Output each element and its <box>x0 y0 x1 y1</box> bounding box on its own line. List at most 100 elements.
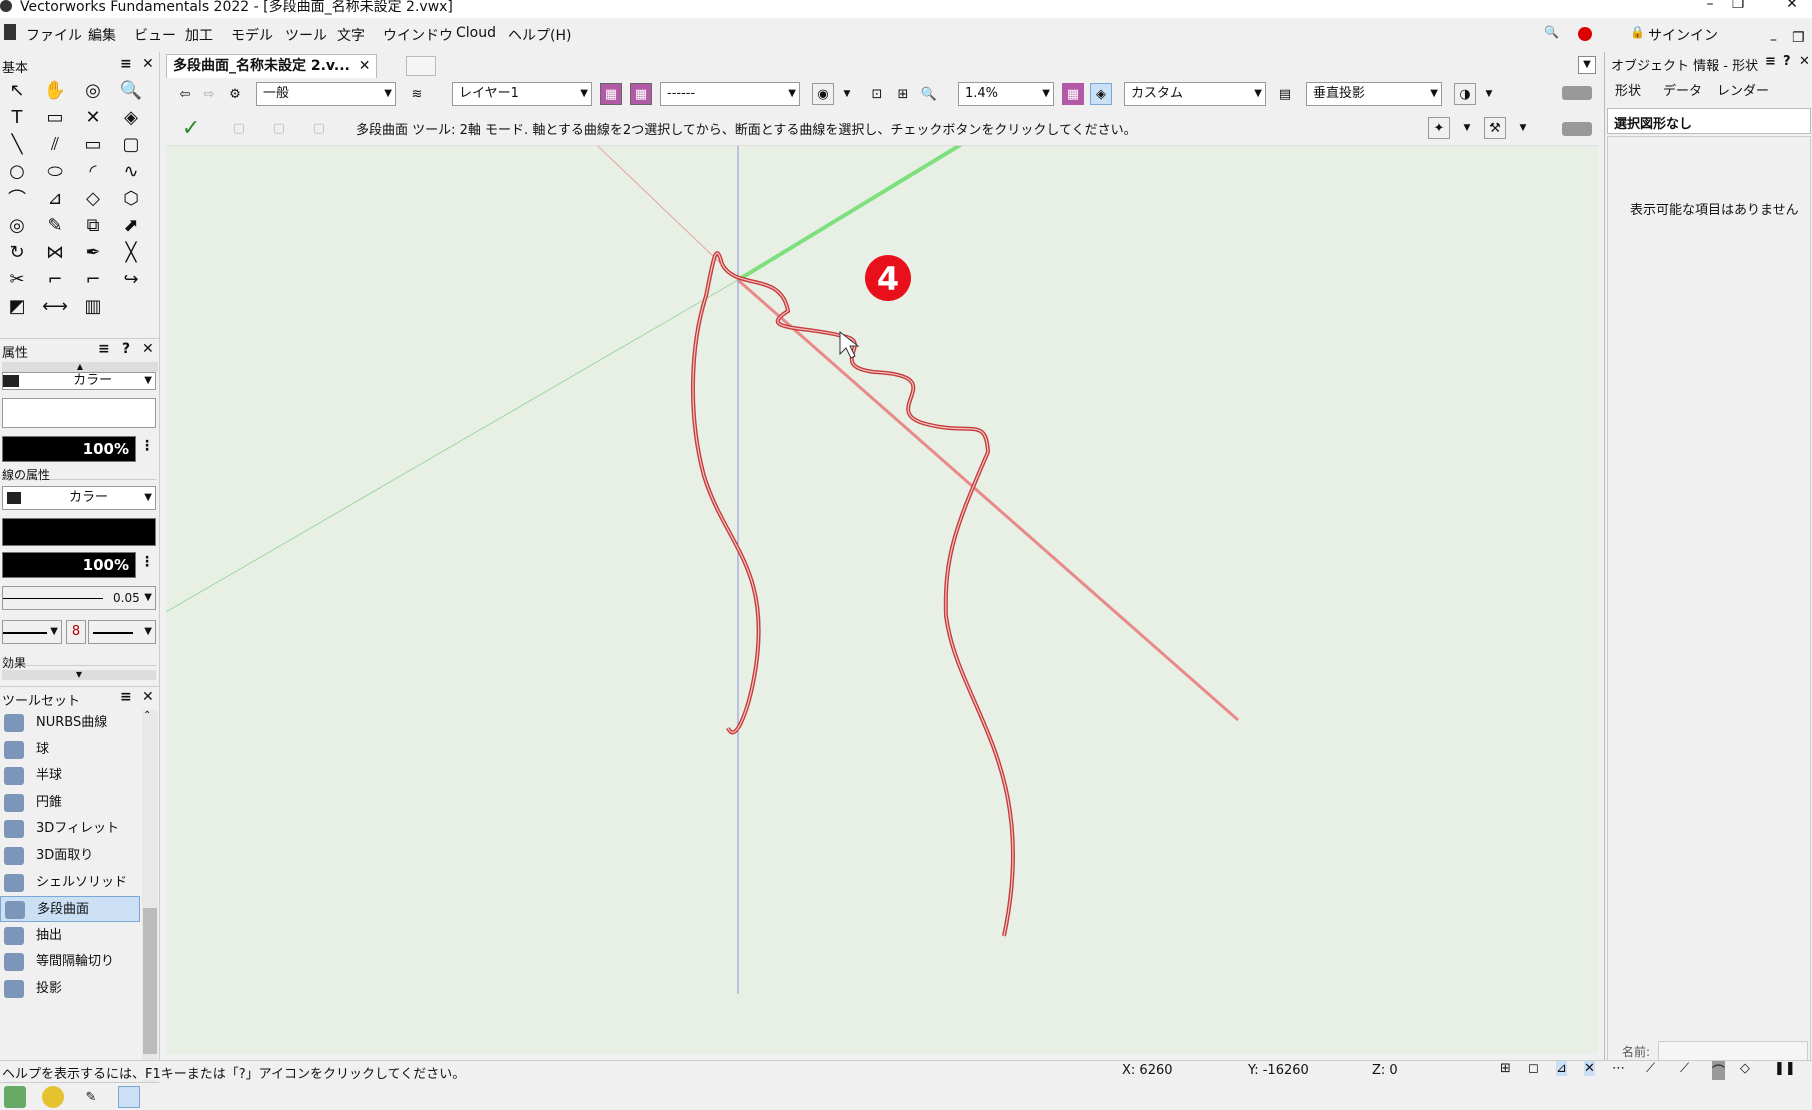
snap-intersection-icon[interactable]: ✕ <box>1584 1061 1595 1076</box>
move-tool-icon[interactable]: ⬈ <box>116 213 146 237</box>
menu-edit[interactable]: 編集 <box>88 25 116 45</box>
snap-distance-icon[interactable]: ⋯ <box>1612 1061 1625 1076</box>
selection-tool-icon[interactable]: ↖ <box>2 78 32 102</box>
help-icon[interactable]: ? <box>122 341 130 357</box>
toolset-item[interactable]: 半球 <box>0 763 140 789</box>
snap-options-icon[interactable]: ⚒ <box>1484 117 1506 139</box>
expand-bar-icon[interactable] <box>1562 122 1592 136</box>
toolset-scrollbar[interactable]: ⌃ ⌄ <box>142 710 158 1082</box>
text-tool-icon[interactable]: T <box>2 105 32 129</box>
rectangle-tool-icon[interactable]: ▭ <box>78 132 108 156</box>
layer-combo[interactable]: レイヤー1 ▼ <box>452 82 592 106</box>
more-options-icon[interactable]: ⋮ <box>140 554 154 570</box>
toolset-tab-building-icon[interactable] <box>4 1086 26 1108</box>
line-type-combo[interactable]: カラー ▼ <box>2 486 156 510</box>
tab-shape[interactable]: 形状 <box>1615 80 1641 99</box>
back-arrow-icon[interactable]: ⇦ <box>174 83 196 105</box>
snap-settings-icon[interactable]: ✦ <box>1428 117 1450 139</box>
menu-tool[interactable]: ツール <box>285 25 327 45</box>
chevron-down-icon[interactable]: ▼ <box>1478 83 1500 105</box>
mirror-tool-icon[interactable]: ⋈ <box>40 240 70 264</box>
menu-view[interactable]: ビュー <box>134 25 176 45</box>
line-tool-icon[interactable]: ╲ <box>2 132 32 156</box>
zoom-combo[interactable]: 1.4% ▼ <box>958 82 1054 106</box>
notification-icon[interactable] <box>1578 27 1592 41</box>
palette-menu-icon[interactable]: ≡ <box>120 689 132 705</box>
wall-tool-icon[interactable]: ▥ <box>78 294 108 318</box>
palette-menu-icon[interactable]: ≡ <box>120 56 132 72</box>
toolset-tab-3d-icon[interactable] <box>118 1086 140 1108</box>
pause-icon[interactable]: ❚❚ <box>1774 1061 1796 1076</box>
drawing-canvas[interactable]: 4 <box>165 18 1598 1054</box>
close-window-button[interactable]: ✕ <box>1772 0 1812 12</box>
eyedropper-tool-icon[interactable]: ✎ <box>40 213 70 237</box>
render-combo[interactable]: カスタム ▼ <box>1124 82 1266 106</box>
toolset-item[interactable]: 多段曲面 <box>0 896 140 923</box>
toolset-item[interactable]: 3D面取り <box>0 843 140 869</box>
link-markers-icon[interactable]: 8 <box>66 620 86 644</box>
projection-icon[interactable]: ◈ <box>1090 83 1112 105</box>
layer-visibility-icon[interactable]: ▦ <box>600 83 622 105</box>
palette-close-icon[interactable]: ✕ <box>142 56 154 72</box>
rounded-rectangle-tool-icon[interactable]: ▢ <box>116 132 146 156</box>
signin-link[interactable]: サインイン <box>1648 25 1718 45</box>
3d-locus-tool-icon[interactable]: ◈ <box>116 105 146 129</box>
trim-tool-icon[interactable]: ╳ <box>116 240 146 264</box>
doc-restore-button[interactable]: ❐ <box>1792 30 1805 46</box>
toolset-tab-pencil-icon[interactable]: ✎ <box>80 1086 102 1108</box>
menu-model[interactable]: モデル <box>231 25 273 45</box>
expand-bar-icon[interactable] <box>1562 86 1592 100</box>
rotate-tool-icon[interactable]: ↻ <box>2 240 32 264</box>
doc-minimize-button[interactable]: – <box>1770 32 1777 48</box>
double-polygon-tool-icon[interactable]: ◇ <box>78 186 108 210</box>
tab-list-dropdown[interactable]: ▼ <box>1578 56 1596 74</box>
snap-tangent-icon[interactable]: ⟋ <box>1680 1061 1689 1076</box>
expand-arrow-icon[interactable]: ▼ <box>2 670 156 680</box>
reshape-tool-icon[interactable]: ✒ <box>78 240 108 264</box>
line-weight-combo[interactable]: 0.05 ▼ <box>2 586 156 610</box>
help-icon[interactable]: ? <box>1783 54 1791 69</box>
menu-text[interactable]: 文字 <box>337 25 365 45</box>
toolset-item[interactable]: NURBS曲線 <box>0 710 140 736</box>
fill-opacity-bar[interactable]: 100% <box>2 436 136 462</box>
snap-angle-icon[interactable]: ⊿ <box>1556 1061 1567 1076</box>
palette-menu-icon[interactable]: ≡ <box>1765 54 1776 69</box>
palette-close-icon[interactable]: ✕ <box>142 341 154 357</box>
mode-icon[interactable]: ▢ <box>228 117 250 139</box>
class-icon[interactable]: ⚙ <box>224 83 246 105</box>
flyover-tool-icon[interactable]: ◎ <box>78 78 108 102</box>
menu-file[interactable]: ファイル <box>26 25 82 45</box>
connect-tool-icon[interactable]: ↪ <box>116 267 146 291</box>
new-tab-button[interactable] <box>406 56 436 76</box>
render-settings-icon[interactable]: ▤ <box>1274 83 1296 105</box>
snap-grid-icon[interactable]: ⊞ <box>1500 1061 1511 1076</box>
clip-tool-icon[interactable]: ◩ <box>2 294 32 318</box>
layers-icon[interactable]: ≋ <box>406 83 428 105</box>
double-line-tool-icon[interactable]: ⫽ <box>40 132 70 156</box>
toolset-item[interactable]: 抽出 <box>0 923 140 949</box>
menu-modify[interactable]: 加工 <box>185 25 213 45</box>
toolset-item[interactable]: シェルソリッド <box>0 870 140 896</box>
restore-button[interactable]: ❐ <box>1718 0 1758 12</box>
scroll-up-icon[interactable]: ⌃ <box>143 710 151 721</box>
fillet-tool-icon[interactable]: ⌐ <box>40 267 70 291</box>
pan-tool-icon[interactable]: ✋ <box>40 78 70 102</box>
chamfer-tool-icon[interactable]: ⌐ <box>78 267 108 291</box>
snap-edge-icon[interactable]: ⌒ <box>1712 1061 1726 1080</box>
render-mode-icon[interactable]: ▦ <box>1062 83 1084 105</box>
toolset-item[interactable]: 等間隔輪切り <box>0 949 140 975</box>
view-options-icon[interactable]: ◑ <box>1454 83 1476 105</box>
toolset-tab-light-icon[interactable] <box>42 1086 64 1108</box>
more-options-icon[interactable]: ⋮ <box>140 438 154 454</box>
toolset-item[interactable]: 球 <box>0 737 140 763</box>
tab-data[interactable]: データ <box>1663 80 1702 99</box>
offset-tool-icon[interactable]: ⧉ <box>78 213 108 237</box>
dimension-tool-icon[interactable]: ⟷ <box>40 294 70 318</box>
menu-help[interactable]: ヘルプ(H) <box>508 25 571 45</box>
end-marker-combo[interactable]: ▼ <box>88 620 156 644</box>
freehand-tool-icon[interactable]: ∿ <box>116 159 146 183</box>
spiral-tool-icon[interactable]: ◎ <box>2 213 32 237</box>
callout-tool-icon[interactable]: ▭ <box>40 105 70 129</box>
zoom-tool-icon[interactable]: 🔍 <box>116 78 146 102</box>
chevron-down-icon[interactable]: ▼ <box>836 83 858 105</box>
